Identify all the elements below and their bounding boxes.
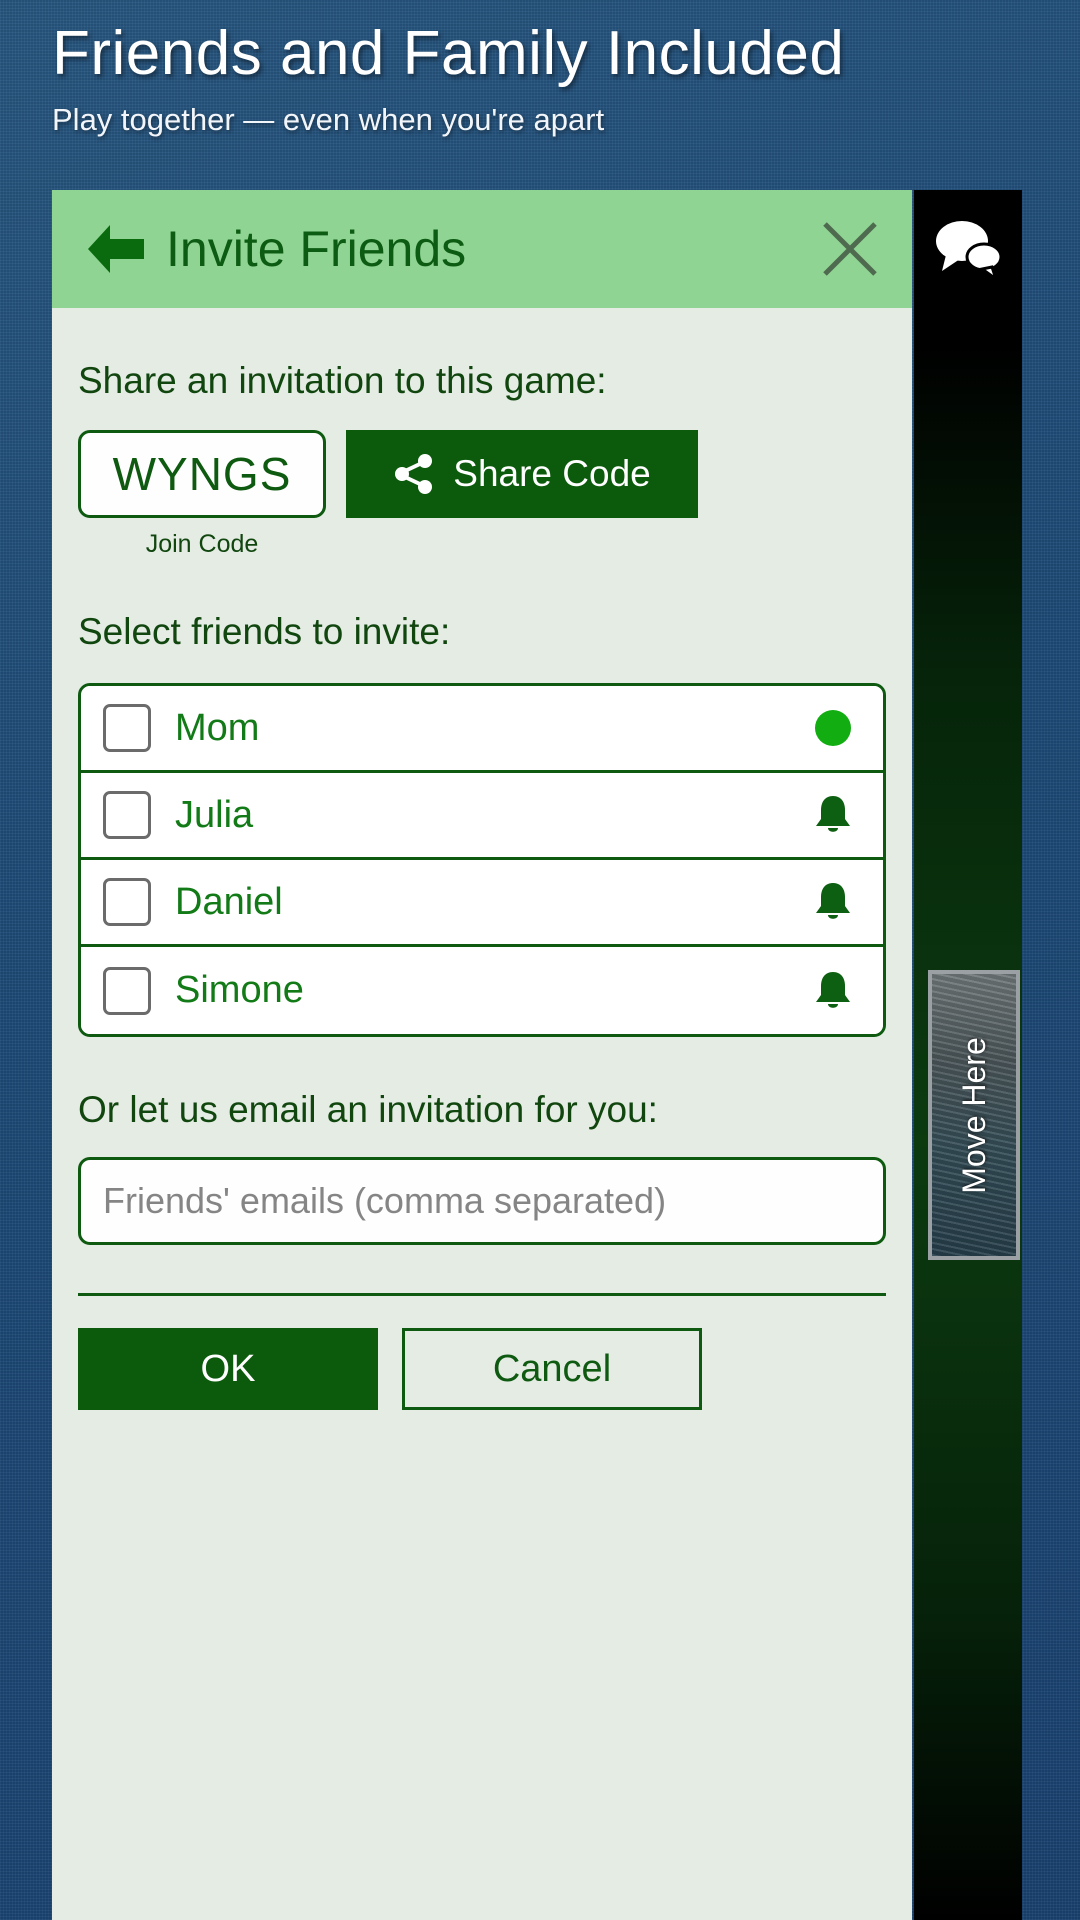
- friend-name: Mom: [175, 706, 260, 749]
- join-code-box[interactable]: WYNGS: [78, 430, 326, 518]
- move-here-label: Move Here: [955, 1036, 992, 1194]
- join-code-group: WYNGS Join Code: [78, 430, 326, 559]
- chat-bubble-icon: [936, 221, 1003, 281]
- back-arrow-icon: [88, 225, 144, 273]
- dialog-titlebar: Invite Friends: [52, 190, 912, 308]
- list-item[interactable]: Mom: [81, 686, 883, 773]
- friend-checkbox[interactable]: [103, 966, 151, 1015]
- dialog-title: Invite Friends: [166, 221, 467, 277]
- friends-list: Mom Julia Daniel Simone: [78, 683, 886, 1037]
- list-item[interactable]: Daniel: [81, 860, 883, 947]
- share-section-label: Share an invitation to this game:: [78, 360, 607, 401]
- share-code-row: WYNGS Join Code Share Code: [78, 430, 886, 559]
- join-code-caption: Join Code: [145, 530, 259, 558]
- share-code-button[interactable]: Share Code: [346, 430, 698, 518]
- chat-bubble-button[interactable]: [916, 190, 1020, 308]
- banner-subtitle: Play together — even when you're apart: [52, 102, 605, 137]
- dialog-actions: OK Cancel: [78, 1328, 886, 1410]
- close-x-icon: [823, 222, 877, 276]
- dialog-body: Share an invitation to this game: WYNGS …: [52, 360, 912, 1410]
- friend-name: Julia: [175, 793, 254, 836]
- friend-checkbox[interactable]: [103, 791, 151, 839]
- bell-icon: [807, 965, 859, 1017]
- list-item[interactable]: Simone: [81, 947, 883, 1034]
- email-section-label: Or let us email an invitation for you:: [78, 1089, 658, 1130]
- promo-banner: Friends and Family Included Play togethe…: [52, 16, 992, 142]
- join-code-value: WYNGS: [112, 448, 292, 500]
- invite-friends-dialog: Invite Friends Share an invitation to th…: [52, 190, 912, 1920]
- move-here-panel[interactable]: Move Here: [928, 970, 1020, 1260]
- share-code-button-label: Share Code: [453, 453, 651, 494]
- bell-icon: [807, 789, 859, 841]
- back-button[interactable]: [80, 213, 152, 285]
- friend-checkbox[interactable]: [103, 704, 151, 752]
- share-nodes-icon: [395, 454, 433, 494]
- close-button[interactable]: [802, 201, 898, 297]
- banner-title: Friends and Family Included: [52, 19, 845, 88]
- emails-input-placeholder: Friends' emails (comma separated): [103, 1180, 667, 1221]
- bell-icon: [807, 876, 859, 928]
- actions-divider: [78, 1293, 886, 1296]
- ok-button[interactable]: OK: [78, 1328, 378, 1410]
- friend-name: Daniel: [175, 880, 283, 923]
- friends-section-label: Select friends to invite:: [78, 611, 451, 652]
- online-dot-icon: [807, 702, 859, 754]
- list-item[interactable]: Julia: [81, 773, 883, 860]
- friend-name: Simone: [175, 969, 304, 1011]
- friend-checkbox[interactable]: [103, 878, 151, 926]
- cancel-button[interactable]: Cancel: [402, 1328, 702, 1410]
- emails-input[interactable]: Friends' emails (comma separated): [78, 1157, 886, 1245]
